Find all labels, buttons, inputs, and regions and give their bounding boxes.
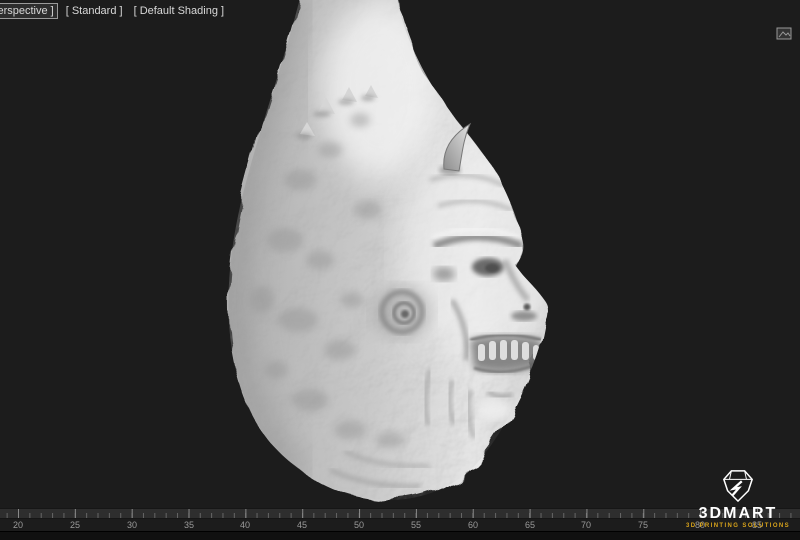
timeline-frame-label: 75	[638, 520, 648, 530]
timeline-labels: 20 25 30 35 40 45 50 55 60 65 70 75 80 8…	[0, 519, 800, 532]
viewport-canvas[interactable]	[0, 0, 800, 540]
timeline-frame-label: 40	[240, 520, 250, 530]
timeline-frame-label: 25	[70, 520, 80, 530]
viewport-pov-label[interactable]: [ Perspective ]	[0, 3, 58, 19]
timeline-frame-label: 20	[13, 520, 23, 530]
viewport-shading-label[interactable]: [ Default Shading ]	[131, 4, 228, 18]
timeline-frame-label: 60	[468, 520, 478, 530]
viewport-render-label[interactable]: [ Standard ]	[63, 4, 126, 18]
timeline-ruler[interactable]	[0, 508, 800, 519]
timeline-frame-label: 85	[752, 520, 762, 530]
sculpted-head-model	[0, 0, 800, 540]
timeline-frame-label: 30	[127, 520, 137, 530]
viewport-corner-icon[interactable]	[776, 27, 792, 40]
timeline-frame-label: 80	[695, 520, 705, 530]
timeline-frame-label: 50	[354, 520, 364, 530]
timeline-frame-label: 55	[411, 520, 421, 530]
timeline-frame-label: 45	[297, 520, 307, 530]
track-bar-strip	[0, 531, 800, 540]
timeline-frame-label: 65	[525, 520, 535, 530]
timeline-frame-label: 70	[581, 520, 591, 530]
timeline-frame-label: 35	[184, 520, 194, 530]
viewport-label-bar: [ Perspective ] [ Standard ] [ Default S…	[0, 3, 227, 19]
